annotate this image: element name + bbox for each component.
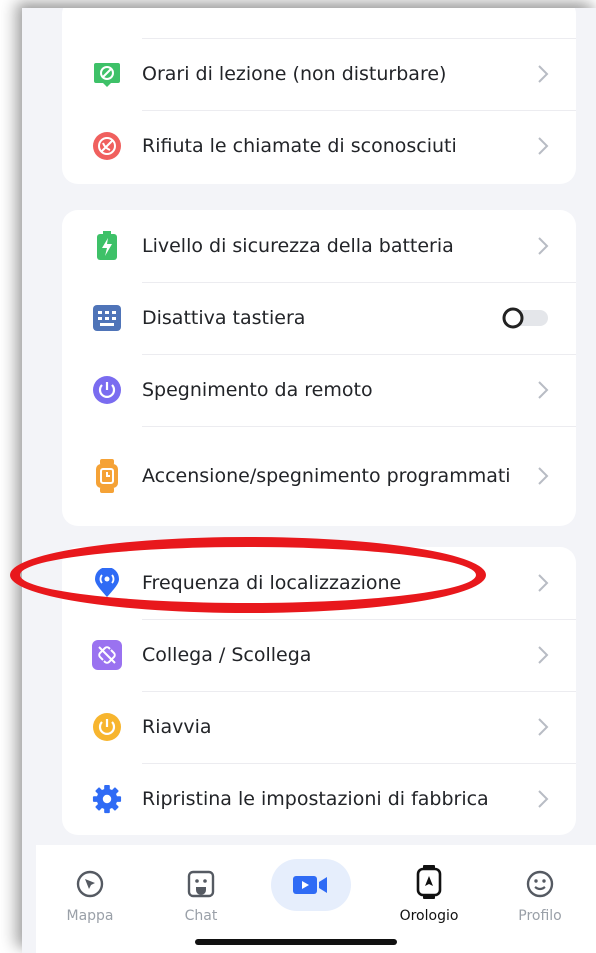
settings-item-label: Orari di lezione (non disturbare)	[142, 63, 447, 85]
settings-item-label: Ripristina le impostazioni di fabbrica	[142, 788, 489, 810]
compass-icon	[76, 870, 104, 898]
smiley-icon	[526, 870, 554, 898]
tab-label: Mappa	[66, 908, 114, 924]
home-indicator	[195, 939, 397, 945]
scheduled-watch-icon	[92, 459, 122, 493]
phone-screen: Orari di lezione (non disturbare) Rifiut…	[22, 8, 596, 953]
settings-item-battery-safety[interactable]: Livello di sicurezza della batteria	[62, 210, 576, 282]
chat-face-icon	[187, 870, 215, 898]
watch-icon	[416, 865, 442, 899]
chevron-right-icon	[538, 381, 549, 399]
block-calls-icon	[92, 131, 122, 161]
chevron-right-icon	[538, 467, 549, 485]
settings-card-privacy: Orari di lezione (non disturbare) Rifiut…	[62, 8, 576, 184]
tab-label: Orologio	[399, 908, 459, 924]
settings-item-label: Spegnimento da remoto	[142, 379, 373, 401]
unlink-icon	[92, 640, 122, 670]
settings-card-device: Livello di sicurezza della batteria Disa…	[62, 210, 576, 526]
settings-item-label: Collega / Scollega	[142, 644, 312, 666]
chevron-right-icon	[538, 574, 549, 592]
chevron-right-icon	[538, 137, 549, 155]
settings-item-factory-reset[interactable]: Ripristina le impostazioni di fabbrica	[62, 763, 576, 835]
do-not-disturb-icon	[92, 59, 122, 89]
settings-item-do-not-disturb[interactable]: Orari di lezione (non disturbare)	[62, 38, 576, 110]
video-call-icon	[293, 876, 327, 894]
disable-keyboard-toggle[interactable]	[500, 306, 550, 330]
settings-item-label: Disattiva tastiera	[142, 307, 306, 329]
settings-item-reject-unknown-calls[interactable]: Rifiuta le chiamate di sconosciuti	[62, 110, 576, 182]
settings-item-label: Rifiuta le chiamate di sconosciuti	[142, 135, 457, 157]
video-call-button[interactable]	[271, 859, 351, 911]
settings-item-remote-shutdown[interactable]: Spegnimento da remoto	[62, 354, 576, 426]
annotation-highlight-ellipse	[10, 537, 486, 613]
chevron-right-icon	[538, 790, 549, 808]
settings-item-label: Riavvia	[142, 716, 212, 738]
battery-icon	[92, 231, 122, 261]
gear-icon	[92, 784, 122, 814]
tab-label: Chat	[184, 908, 218, 924]
power-icon	[92, 375, 122, 405]
chevron-right-icon	[538, 237, 549, 255]
keyboard-icon	[92, 303, 122, 333]
settings-item-restart[interactable]: Riavvia	[62, 691, 576, 763]
settings-item-disable-keyboard: Disattiva tastiera	[62, 282, 576, 354]
chevron-right-icon	[538, 646, 549, 664]
chevron-right-icon	[538, 718, 549, 736]
chevron-right-icon	[538, 65, 549, 83]
tab-label: Profilo	[518, 908, 562, 924]
restart-icon	[92, 712, 122, 742]
bottom-tab-bar: Mappa Chat Orologio Profilo	[36, 845, 596, 953]
settings-item-scheduled-power[interactable]: Accensione/spegnimento programmati	[62, 426, 576, 526]
settings-item-label: Livello di sicurezza della batteria	[142, 235, 454, 257]
settings-item-label: Accensione/spegnimento programmati	[142, 465, 511, 487]
settings-item-link-unlink[interactable]: Collega / Scollega	[62, 619, 576, 691]
